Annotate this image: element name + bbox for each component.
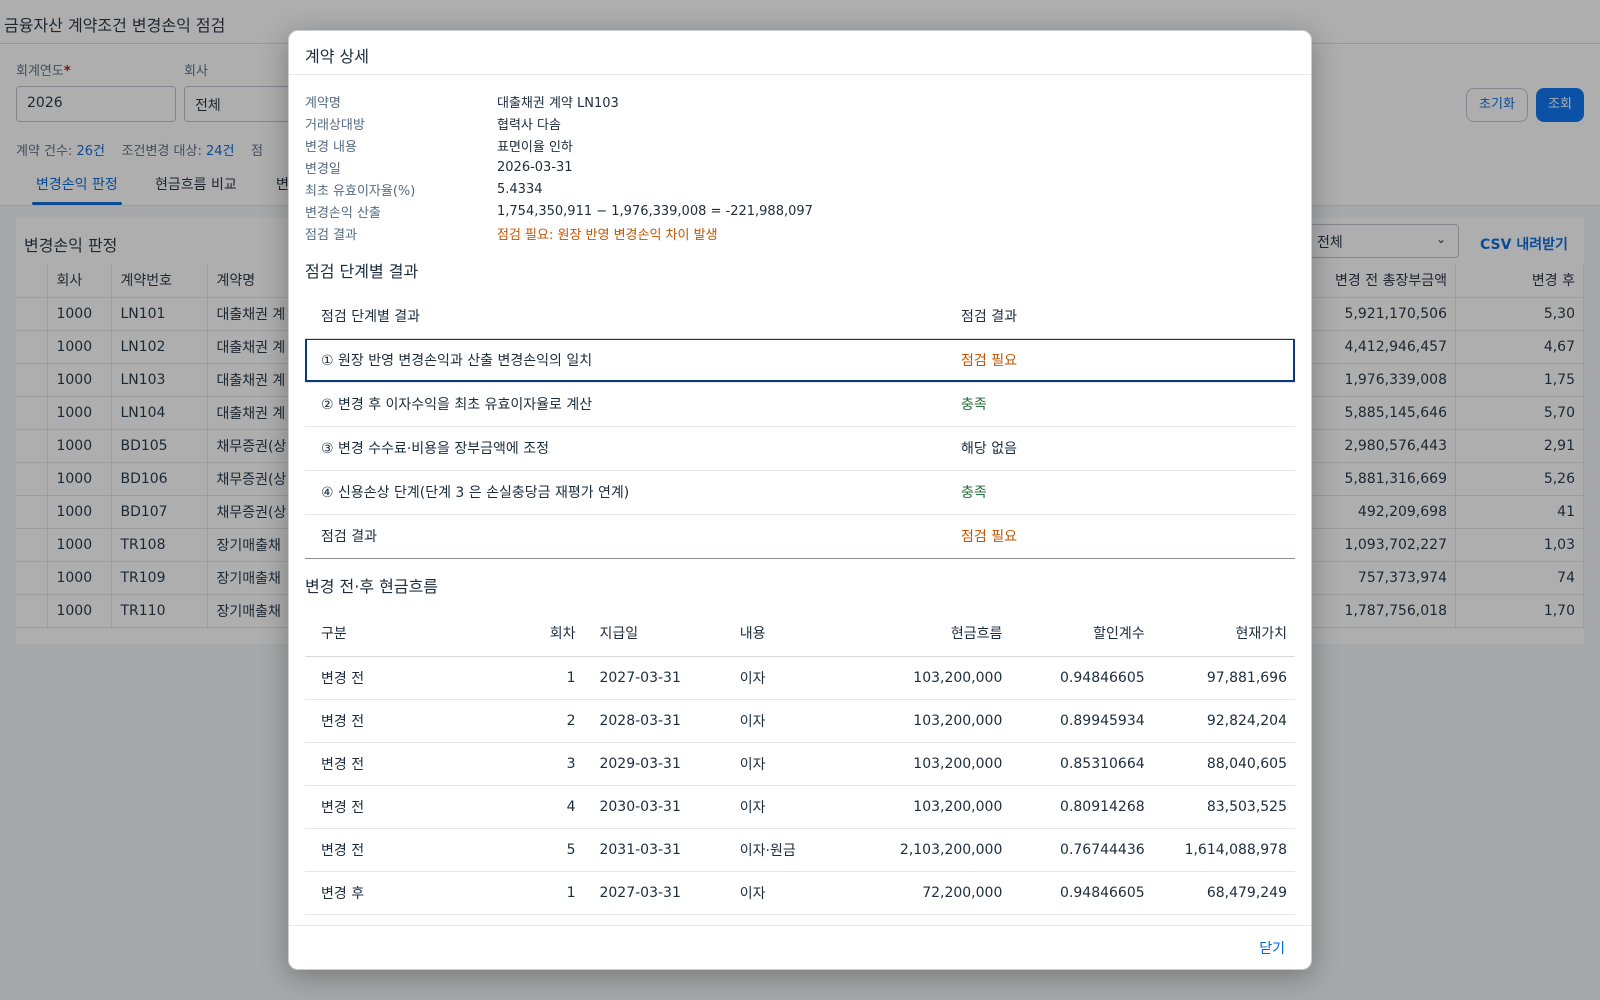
column-header: 점검 결과	[945, 294, 1295, 339]
cashflow-row: 변경 전 2 2028-03-31 이자 103,200,000 0.89945934 92…	[305, 699, 1295, 743]
step-row[interactable]: ④ 신용손상 단계(단계 3 은 손실충당금 재평가 연계) 충족	[305, 470, 1295, 515]
column-header: 지급일	[583, 610, 724, 657]
dialog-title: 계약 상세	[289, 31, 1311, 75]
steps-section-title: 점검 단계별 결과	[305, 262, 419, 281]
table-cell: 97,881,696	[1152, 656, 1295, 700]
step-row[interactable]: ③ 변경 수수료·비용을 장부금액에 조정 해당 없음	[305, 426, 1295, 471]
table-cell: 1	[498, 871, 584, 915]
table-cell: 이자	[723, 742, 856, 786]
table-cell: 2031-03-31	[583, 828, 724, 872]
info-row-name: 계약명 대출채권 계약 LN103	[305, 95, 619, 111]
status-badge: 점검 필요	[945, 514, 1295, 559]
steps-table: 점검 단계별 결과 점검 결과 ① 원장 반영 변경손익과 산출 변경손익의 일…	[305, 294, 1295, 559]
info-row-change: 변경 내용 표면이율 인하	[305, 139, 573, 155]
table-cell: 이자	[723, 785, 856, 829]
column-header: 구분	[305, 610, 499, 657]
info-row-change-date: 변경일 2026-03-31	[305, 159, 573, 177]
table-cell: 1	[498, 656, 584, 700]
table-cell: 5	[498, 828, 584, 872]
status-badge: 점검 필요	[945, 338, 1295, 383]
cashflow-row: 변경 전 1 2027-03-31 이자 103,200,000 0.94846605 97…	[305, 656, 1295, 700]
table-cell: 2029-03-31	[583, 742, 724, 786]
table-cell: 변경 전	[305, 785, 499, 829]
table-cell: 2028-03-31	[583, 699, 724, 743]
table-cell: 88,040,605	[1152, 742, 1295, 786]
table-cell: 103,200,000	[855, 656, 1011, 700]
table-cell: 이자	[723, 871, 856, 915]
result-warning-text: 점검 필요: 원장 반영 변경손익 차이 발생	[497, 227, 718, 243]
status-badge: 충족	[945, 470, 1295, 515]
table-cell: 변경 전	[305, 828, 499, 872]
column-header: 현금흐름	[855, 610, 1011, 657]
status-badge: 해당 없음	[945, 426, 1295, 471]
table-cell: 103,200,000	[855, 742, 1011, 786]
close-button[interactable]: 닫기	[1259, 938, 1285, 958]
table-cell: 2,103,200,000	[855, 828, 1011, 872]
table-cell: 0.89945934	[1010, 699, 1153, 743]
info-row-eir: 최초 유효이자율(%) 5.4334	[305, 181, 543, 199]
table-cell: 72,200,000	[855, 871, 1011, 915]
table-cell: 변경 전	[305, 742, 499, 786]
cashflow-header-row: 구분 회차 지급일 내용 현금흐름 할인계수 현재가치	[305, 610, 1295, 657]
cashflow-row: 변경 후 1 2027-03-31 이자 72,200,000 0.94846605 68,…	[305, 871, 1295, 915]
cashflow-table: 구분 회차 지급일 내용 현금흐름 할인계수 현재가치 변경 전 1 2027-03…	[305, 610, 1295, 915]
table-cell: 103,200,000	[855, 785, 1011, 829]
table-cell: 이자	[723, 699, 856, 743]
column-header: 할인계수	[1010, 610, 1153, 657]
cashflow-row: 변경 전 5 2031-03-31 이자·원금 2,103,200,000 0.76744…	[305, 828, 1295, 872]
table-cell: 1,614,088,978	[1152, 828, 1295, 872]
table-cell: 변경 전	[305, 699, 499, 743]
dialog-footer: 닫기	[289, 925, 1311, 969]
contract-detail-dialog: 계약 상세 계약명 대출채권 계약 LN103 거래상대방 협력사 다솜 변경 …	[288, 30, 1312, 970]
info-row-result: 점검 결과 점검 필요: 원장 반영 변경손익 차이 발생	[305, 222, 1295, 244]
steps-header-row: 점검 단계별 결과 점검 결과	[305, 294, 1295, 339]
step-row[interactable]: ② 변경 후 이자수익을 최초 유효이자율로 계산 충족	[305, 382, 1295, 427]
cashflow-section-title: 변경 전·후 현금흐름	[305, 576, 439, 596]
table-cell: 103,200,000	[855, 699, 1011, 743]
table-cell: 2027-03-31	[583, 656, 724, 700]
table-cell: 0.80914268	[1010, 785, 1153, 829]
contract-info: 계약명 대출채권 계약 LN103 거래상대방 협력사 다솜 변경 내용 표면이…	[305, 90, 1295, 244]
dialog-body[interactable]: 계약명 대출채권 계약 LN103 거래상대방 협력사 다솜 변경 내용 표면이…	[289, 76, 1311, 925]
table-cell: 4	[498, 785, 584, 829]
table-cell: 0.76744436	[1010, 828, 1153, 872]
step-summary-row[interactable]: 점검 결과 점검 필요	[305, 514, 1295, 559]
status-badge: 충족	[945, 382, 1295, 427]
column-header: 현재가치	[1152, 610, 1295, 657]
table-cell: 변경 전	[305, 656, 499, 700]
table-cell: 2030-03-31	[583, 785, 724, 829]
cashflow-row: 변경 전 4 2030-03-31 이자 103,200,000 0.80914268 83…	[305, 785, 1295, 829]
column-header: 점검 단계별 결과	[305, 294, 945, 339]
table-cell: 92,824,204	[1152, 699, 1295, 743]
table-cell: 2027-03-31	[583, 871, 724, 915]
table-cell: 0.94846605	[1010, 871, 1153, 915]
info-row-counterparty: 거래상대방 협력사 다솜	[305, 117, 561, 133]
info-row-calculation: 변경손익 산출 1,754,350,911 − 1,976,339,008 = …	[305, 203, 813, 221]
table-cell: 3	[498, 742, 584, 786]
step-row[interactable]: ① 원장 반영 변경손익과 산출 변경손익의 일치 점검 필요	[305, 338, 1295, 383]
table-cell: 변경 후	[305, 871, 499, 915]
table-cell: 0.94846605	[1010, 656, 1153, 700]
table-cell: 이자	[723, 656, 856, 700]
column-header: 내용	[723, 610, 856, 657]
column-header: 회차	[498, 610, 584, 657]
table-cell: 이자·원금	[723, 828, 856, 872]
table-cell: 68,479,249	[1152, 871, 1295, 915]
table-cell: 0.85310664	[1010, 742, 1153, 786]
table-cell: 2	[498, 699, 584, 743]
table-cell: 83,503,525	[1152, 785, 1295, 829]
cashflow-row: 변경 전 3 2029-03-31 이자 103,200,000 0.85310664 88…	[305, 742, 1295, 786]
